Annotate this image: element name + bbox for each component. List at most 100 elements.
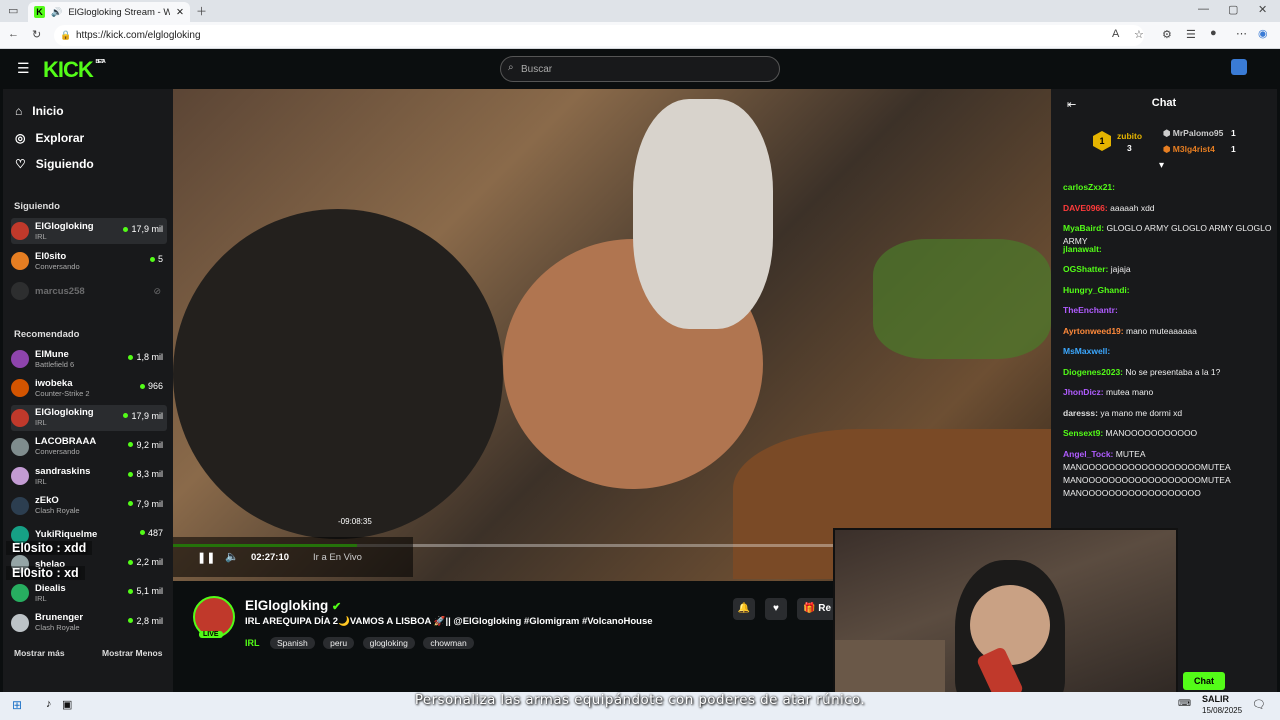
sidebar-recommended-channel[interactable]: ElGlogloking IRL 17,9 mil [11,404,167,431]
expand-leaderboard-icon[interactable]: ▾ [1159,160,1164,171]
reload-icon[interactable]: ↻ [32,28,41,41]
kick-logo[interactable]: KICK BETA [43,57,106,83]
chat-username[interactable]: OGShatter: [1063,264,1108,274]
browser-tab-bar: ▭ K 🔊 ElGlogloking Stream - Watch ✕ ＋ — … [0,0,1280,22]
go-live-button[interactable]: Ir a En Vivo [313,552,362,563]
profile-avatar-icon[interactable]: ● [1210,27,1217,39]
nav-home[interactable]: ⌂ Inicio [15,104,64,118]
tab-close-icon[interactable]: ✕ [176,7,184,18]
avatar [11,350,29,368]
sidebar-channel-marcus258[interactable]: marcus258 ⊘ [11,278,167,304]
avatar [11,613,29,632]
viewer-count-text: 9,2 mil [136,439,163,450]
channel-category: Conversando [35,447,80,457]
show-less-link[interactable]: Mostrar Menos [102,648,162,658]
show-more-link[interactable]: Mostrar más [14,648,65,658]
address-bar-row: ← ↻ 🔒 https://kick.com/elglogloking A ☆ … [0,22,1280,49]
elapsed-time: 02:27:10 [251,552,290,563]
streamer-name[interactable]: ElGlogloking ✔ [245,598,341,613]
chat-message: Ayrtonweed19: mano muteaaaaaa [1063,325,1275,338]
live-dot [128,618,134,624]
kick-favicon-icon: K [34,6,46,18]
viewer-count-text: 1,8 mil [136,352,163,362]
chat-username[interactable]: Angel_Tock: [1063,449,1113,459]
chat-send-button[interactable]: Chat [1183,672,1225,690]
chat-username[interactable]: daresss: [1063,408,1098,418]
sidebar-recommended-channel[interactable]: Diealis IRL 5,1 mil [11,580,167,606]
pause-icon[interactable]: ❚❚ [197,551,215,564]
viewer-count: 8,3 mil [128,469,163,479]
chat-username[interactable]: DAVE0966: [1063,203,1108,213]
chat-username[interactable]: jlanawalt: [1063,244,1102,254]
chat-username[interactable]: Diogenes2023: [1063,367,1123,377]
follow-heart-icon[interactable]: ♥ [765,598,787,620]
chat-username[interactable]: carlosZxx21: [1063,182,1115,192]
chat-text: mano muteaaaaaa [1126,325,1197,336]
url-field[interactable]: 🔒 https://kick.com/elglogloking [54,25,1144,46]
minimize-icon[interactable]: — [1198,3,1209,15]
close-window-icon[interactable]: ✕ [1258,3,1267,16]
leader-2-name[interactable]: ⬢ MrPalomo95 [1163,128,1223,139]
chat-username[interactable]: Hungry_Ghandi: [1063,285,1130,295]
tab-title: ElGlogloking Stream - Watch [68,6,171,18]
back-icon[interactable]: ← [8,28,19,40]
favorite-star-icon[interactable]: ☆ [1134,28,1144,41]
more-menu-icon[interactable]: ⋯ [1236,27,1247,40]
viewer-count-text: 2,2 mil [136,557,163,568]
offline-icon: ⊘ [153,285,161,296]
tag[interactable]: chowman [423,637,474,649]
volume-icon[interactable]: 🔈 [225,550,239,563]
top-navigation: ☰ KICK BETA ⌕ Buscar [3,49,1277,89]
hamburger-menu-icon[interactable]: ☰ [17,60,30,77]
sidebar-recommended-channel[interactable]: ElMune Battlefield 6 1,8 mil [11,346,167,372]
sidebar-recommended-channel[interactable]: LACOBRAAA Conversando 9,2 mil [11,434,167,460]
channel-category: Battlefield 6 [35,359,75,369]
chat-username[interactable]: Ayrtonweed19: [1063,326,1124,336]
category-link[interactable]: IRL [245,638,260,648]
user-avatar[interactable] [1231,59,1247,75]
search-input[interactable]: ⌕ Buscar [500,56,780,82]
tag[interactable]: glogloking [362,637,415,649]
sidebar-recommended-channel[interactable]: Brunenger Clash Royale 2,8 mil [11,610,167,636]
chat-username[interactable]: JhonDicz: [1063,387,1104,397]
sidebar-recommended-channel[interactable]: sandraskins IRL 8,3 mil [11,463,167,489]
viewer-count: 2,2 mil [128,557,163,567]
tag[interactable]: peru [323,637,355,649]
maximize-icon[interactable]: ▢ [1228,3,1238,16]
channel-name: ElGlogloking [35,220,94,232]
read-aloud-icon[interactable]: A [1112,28,1119,40]
chat-message: TheEnchantr: [1063,304,1275,317]
viewer-count-text: 2,8 mil [136,615,163,626]
video-player[interactable]: -09:08:35 ❚❚ 🔈 02:27:10 Ir a En Vivo [173,89,1051,581]
sidebar-recommended-channel[interactable]: iwobeka Counter-Strike 2 966 [11,375,167,401]
copilot-icon[interactable]: ◉ [1258,27,1268,40]
live-dot [139,530,145,536]
recommended-section-title: Recomendado [14,329,80,340]
sidebar-toggle-icon[interactable]: ▭ [8,4,18,17]
browser-tab[interactable]: K 🔊 ElGlogloking Stream - Watch ✕ [28,2,190,22]
avatar [11,282,29,300]
chat-username[interactable]: TheEnchantr: [1063,305,1118,315]
tag[interactable]: Spanish [269,637,315,649]
tab-speaker-icon[interactable]: 🔊 [51,7,62,18]
kick-logo-text: KICK [43,57,94,82]
chat-text: jajaja [1110,264,1131,274]
nav-explore[interactable]: ◎ Explorar [15,131,84,145]
nav-home-label: Inicio [32,104,64,118]
extensions-icon[interactable]: ⚙ [1162,28,1172,41]
notification-bell-icon[interactable]: 🔔 [733,598,755,620]
overlay-chat-line-2: El0sito : xd [6,566,85,580]
sidebar-recommended-channel[interactable]: zEkO Clash Royale 7,9 mil [11,493,167,519]
chat-username[interactable]: MyaBaird: [1063,223,1104,233]
channel-category: Conversando [35,261,80,271]
nav-following[interactable]: ♡ Siguiendo [15,157,94,171]
collections-icon[interactable]: ☰ [1186,28,1196,41]
leader-3-name[interactable]: ⬢ M3lg4rist4 [1163,144,1215,155]
channel-category: Counter-Strike 2 [35,388,90,398]
chat-username[interactable]: Sensext9: [1063,428,1103,438]
new-tab-icon[interactable]: ＋ [196,3,207,19]
sidebar-channel-el0sito[interactable]: El0sito Conversando 5 [11,248,167,274]
leader-1-name[interactable]: zubito [1117,131,1142,141]
sidebar-channel-elglogloking[interactable]: ElGlogloking IRL 17,9 mil [11,218,167,244]
chat-username[interactable]: MsMaxwell: [1063,346,1110,356]
